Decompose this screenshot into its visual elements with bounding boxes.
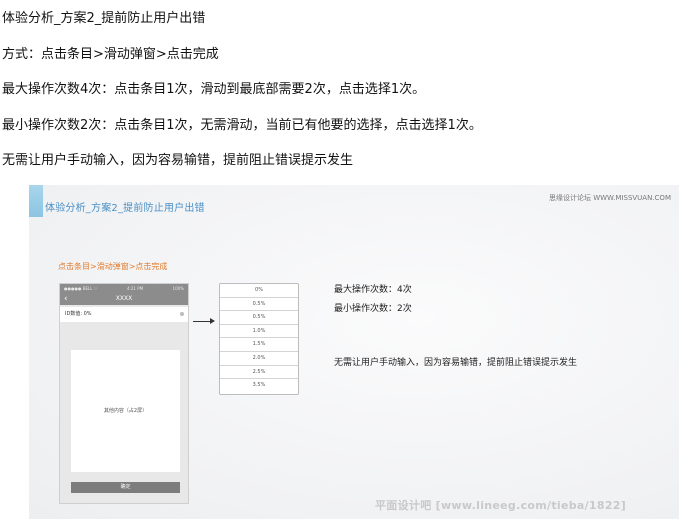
id-value-label: ID数值: 0%	[65, 311, 92, 317]
phone-status-bar: ●●●●● BELL ⌔ 4:21 PM 100%	[60, 284, 188, 293]
slide-note: 无需让用户手动输入，因为容易输错，提前阻止错误提示发生	[334, 358, 578, 368]
method-line: 方式：点击条目>滑动弹窗>点击完成	[2, 47, 219, 62]
slide-brand: 思缘设计论坛 WWW.MISSVUAN.COM	[548, 194, 671, 202]
watermark: 平面设计吧 [www.lineeg.com/tieba/1822]	[375, 499, 627, 512]
arrow-head-icon	[210, 318, 215, 324]
heading-line: 体验分析_方案2_提前防止用户出错	[2, 11, 206, 26]
picker-item[interactable]: 0.5%	[220, 298, 298, 312]
max-ops-stat: 最大操作次数：4次	[334, 285, 412, 295]
conclusion-line: 无需让用户手动输入，因为容易输错，提前阻止错误提示发生	[2, 153, 354, 168]
confirm-button[interactable]: 确定	[71, 482, 180, 493]
phone-nav-title: XXXX	[115, 295, 133, 302]
slide-accent-bar	[29, 185, 43, 217]
picker-item[interactable]: 1.0%	[220, 325, 298, 339]
flow-label: 点击条目>滑动弹窗>点击完成	[58, 262, 168, 271]
status-time: 4:21 PM	[126, 286, 144, 291]
id-value-row[interactable]: ID数值: 0%	[60, 307, 188, 322]
picker-item[interactable]: 2.0%	[220, 352, 298, 366]
phone-mockup: ●●●●● BELL ⌔ 4:21 PM 100% ‹ XXXX ID数值: 0…	[59, 283, 189, 504]
picker-item[interactable]: 0.5%	[220, 311, 298, 325]
phone-nav-bar: ‹ XXXX	[60, 293, 188, 305]
picker-item[interactable]: 2.5%	[220, 366, 298, 380]
min-ops-stat: 最小操作次数：2次	[334, 304, 412, 314]
slide-image: 体验分析_方案2_提前防止用户出错 思缘设计论坛 WWW.MISSVUAN.CO…	[29, 185, 679, 519]
back-icon[interactable]: ‹	[64, 293, 68, 305]
min-ops-line: 最小操作次数2次：点击条目1次，无需滑动，当前已有他要的选择，点击选择1次。	[2, 118, 482, 133]
max-ops-line: 最大操作次数4次：点击条目1次，滑动到最底部需要2次，点击选择1次。	[2, 82, 426, 97]
status-signal: ●●●●● BELL ⌔	[64, 285, 98, 291]
phone-content-area: 其他内容（占2屏）	[71, 350, 180, 472]
picker-item[interactable]: 1.5%	[220, 338, 298, 352]
value-picker[interactable]: 0% 0.5% 0.5% 1.0% 1.5% 2.0% 2.5% 3.5%	[219, 283, 299, 395]
picker-item[interactable]: 3.5%	[220, 379, 298, 393]
slide-title: 体验分析_方案2_提前防止用户出错	[45, 203, 205, 214]
status-battery: 100%	[172, 286, 184, 291]
picker-item[interactable]: 0%	[220, 284, 298, 298]
row-indicator-icon	[180, 312, 184, 316]
